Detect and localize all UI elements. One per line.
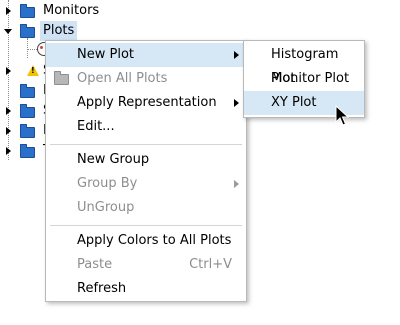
expand-arrow-icon[interactable] — [6, 147, 11, 155]
menu-item-label: Monitor Plot — [271, 71, 350, 86]
menu-item-label: UnGroup — [77, 200, 135, 215]
menu-item-open-all-plots[interactable]: Open All Plots — [46, 67, 246, 91]
warning-icon — [27, 65, 39, 76]
menu-item-apply-representation[interactable]: Apply Representation — [46, 91, 246, 115]
menu-item-label: XY Plot — [271, 95, 317, 110]
menu-item-paste[interactable]: Paste Ctrl+V — [46, 253, 246, 277]
tree-item-partial[interactable]: S — [0, 101, 51, 121]
menu-item-label: Group By — [77, 176, 138, 191]
menu-separator — [50, 225, 242, 226]
menu-item-label: Open All Plots — [77, 71, 168, 86]
expand-arrow-icon[interactable] — [6, 107, 11, 115]
menu-item-label: Apply Colors to All Plots — [77, 233, 232, 248]
menu-item-ungroup[interactable]: UnGroup — [46, 196, 246, 220]
menu-item-histogram-plot[interactable]: Histogram Plot — [244, 43, 364, 86]
tree-guide-line — [27, 49, 37, 50]
menu-item-label: Apply Representation — [77, 95, 217, 110]
tree-item-partial[interactable]: T — [0, 141, 51, 161]
folder-icon — [20, 104, 35, 118]
menu-item-new-plot[interactable]: New Plot — [46, 43, 246, 67]
submenu-arrow-icon — [234, 51, 239, 59]
menu-separator — [50, 144, 242, 145]
menu-item-label: Edit... — [77, 119, 115, 134]
folder-icon — [20, 4, 35, 18]
menu-item-label: New Group — [77, 152, 150, 167]
context-menu: New Plot Open All Plots Apply Representa… — [45, 40, 247, 302]
menu-item-label: New Plot — [77, 47, 134, 62]
folder-icon — [20, 24, 35, 38]
expand-arrow-icon[interactable] — [6, 67, 11, 75]
tree-item-monitors[interactable]: Monitors — [0, 1, 120, 21]
tree-item-partial[interactable]: L — [0, 81, 50, 101]
menu-item-label: Refresh — [77, 281, 127, 296]
submenu-arrow-icon — [234, 180, 239, 188]
menu-item-refresh[interactable]: Refresh — [46, 277, 246, 301]
menu-item-monitor-plot[interactable]: Monitor Plot — [244, 67, 364, 91]
menu-item-new-group[interactable]: New Group — [46, 148, 246, 172]
folder-icon — [20, 84, 35, 98]
menu-item-apply-colors[interactable]: Apply Colors to All Plots — [46, 229, 246, 253]
menu-item-label: Paste — [77, 257, 113, 272]
expand-arrow-icon[interactable] — [6, 7, 11, 15]
menu-item-group-by[interactable]: Group By — [46, 172, 246, 196]
tree-item-label: Plots — [40, 21, 78, 41]
expand-arrow-icon[interactable] — [6, 127, 11, 135]
collapse-arrow-icon[interactable] — [4, 29, 12, 34]
tree-item-partial[interactable]: S — [0, 61, 51, 81]
tree-item-partial[interactable]: R — [0, 121, 52, 141]
tree-item-label: Monitors — [43, 3, 100, 18]
menu-item-edit[interactable]: Edit... — [46, 115, 246, 139]
tree-item-plots[interactable]: Plots — [0, 21, 120, 41]
folder-icon — [20, 124, 35, 138]
mouse-pointer-icon — [335, 105, 349, 126]
menu-item-shortcut: Ctrl+V — [189, 257, 232, 272]
folder-icon — [54, 71, 69, 85]
tree-guide-line — [27, 38, 28, 58]
submenu-arrow-icon — [234, 99, 239, 107]
folder-icon — [20, 144, 35, 158]
